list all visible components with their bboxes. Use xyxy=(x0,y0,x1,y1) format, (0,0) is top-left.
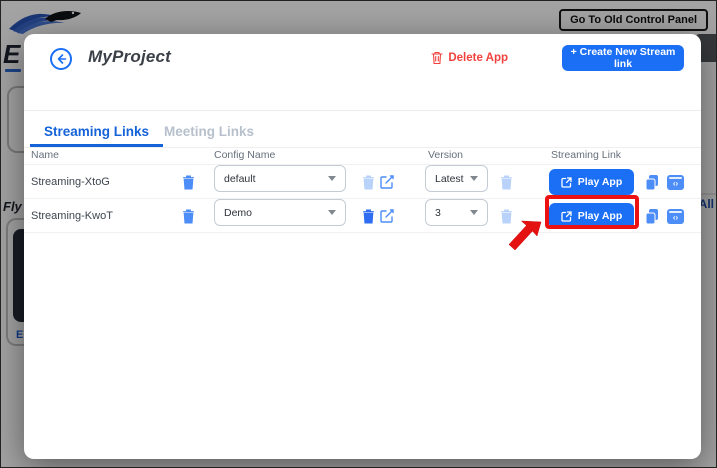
copy-icon xyxy=(645,174,658,190)
copy-link-button[interactable] xyxy=(644,165,660,199)
config-selected-value: default xyxy=(224,172,256,185)
tab-streaming-links[interactable]: Streaming Links xyxy=(30,118,164,147)
column-header-version: Version xyxy=(428,149,464,161)
external-link-icon xyxy=(561,210,572,222)
version-select[interactable]: 3 xyxy=(425,199,488,226)
table-header-row: Name Config Name Version Streaming Link xyxy=(24,148,701,165)
modal-header: MyProject Delete App + Create New Stream… xyxy=(24,34,701,111)
play-app-button[interactable]: Play App xyxy=(549,169,634,195)
play-app-label: Play App xyxy=(577,210,623,222)
edit-icon xyxy=(380,209,394,223)
project-modal: MyProject Delete App + Create New Stream… xyxy=(24,34,701,459)
stream-name-label: Streaming-XtoG xyxy=(31,176,110,188)
delete-app-label: Delete App xyxy=(448,52,508,64)
embed-code-icon: ‹› xyxy=(667,208,684,224)
embed-code-button[interactable]: ‹› xyxy=(667,165,684,199)
trash-icon xyxy=(183,209,194,223)
stream-name-label: Streaming-KwoT xyxy=(31,210,113,222)
table-row: Streaming-KwoT Demo 3 Play App ‹› xyxy=(24,195,701,233)
delete-config-button[interactable] xyxy=(362,165,375,199)
back-button[interactable] xyxy=(50,48,72,70)
edit-config-button[interactable] xyxy=(380,165,394,199)
chevron-down-icon xyxy=(328,210,336,215)
trash-icon xyxy=(363,175,374,189)
column-header-config-name: Config Name xyxy=(214,149,276,161)
trash-icon xyxy=(363,209,374,223)
tab-bar: Streaming Links Meeting Links xyxy=(24,118,701,148)
version-selected-value: 3 xyxy=(435,206,441,219)
copy-icon xyxy=(645,208,658,224)
delete-version-button[interactable] xyxy=(500,165,513,199)
copy-link-button[interactable] xyxy=(644,199,660,233)
config-name-select[interactable]: Demo xyxy=(214,199,346,226)
delete-config-button[interactable] xyxy=(362,199,375,233)
delete-stream-button[interactable] xyxy=(182,165,195,199)
play-app-button[interactable]: Play App xyxy=(549,203,634,229)
table-row: Streaming-XtoG default Latest Play App ‹… xyxy=(24,165,701,199)
delete-stream-button[interactable] xyxy=(182,199,195,233)
edit-icon xyxy=(380,175,394,189)
play-app-label: Play App xyxy=(577,176,623,188)
trash-outline-icon xyxy=(431,51,443,65)
tab-meeting-links[interactable]: Meeting Links xyxy=(154,118,264,147)
edit-config-button[interactable] xyxy=(380,199,394,233)
chevron-down-icon xyxy=(328,176,336,181)
column-header-streaming-link: Streaming Link xyxy=(551,149,622,161)
delete-app-button[interactable]: Delete App xyxy=(431,51,508,65)
create-new-stream-link-button[interactable]: + Create New Stream link xyxy=(562,45,684,71)
annotation-arrow-icon xyxy=(508,220,542,251)
version-select[interactable]: Latest xyxy=(425,165,488,192)
column-header-name: Name xyxy=(31,149,60,161)
external-link-icon xyxy=(561,176,572,188)
config-selected-value: Demo xyxy=(224,206,253,219)
arrow-left-icon xyxy=(57,54,67,64)
trash-icon xyxy=(501,175,512,189)
embed-code-button[interactable]: ‹› xyxy=(667,199,684,233)
screenshot-frame: Go To Old Control Panel E Fly E All MyPr… xyxy=(0,0,717,468)
chevron-down-icon xyxy=(470,210,478,215)
version-selected-value: Latest xyxy=(435,172,464,185)
trash-icon xyxy=(183,175,194,189)
page-title: MyProject xyxy=(88,47,172,66)
chevron-down-icon xyxy=(470,176,478,181)
embed-code-icon: ‹› xyxy=(667,174,684,190)
config-name-select[interactable]: default xyxy=(214,165,346,192)
